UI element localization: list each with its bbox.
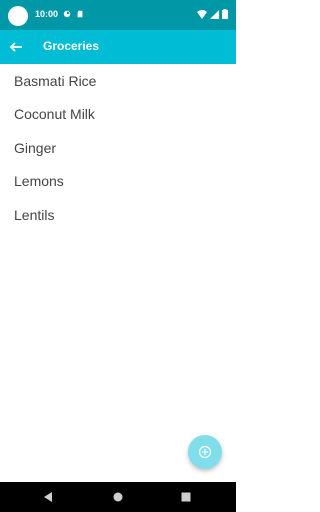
status-icons: [197, 9, 228, 19]
list-item[interactable]: Lemons: [0, 165, 236, 199]
grocery-list: Basmati Rice Coconut Milk Ginger Lemons …: [0, 64, 236, 232]
recents-square-icon[interactable]: [180, 491, 192, 503]
list-item[interactable]: Lentils: [0, 198, 236, 232]
list-item[interactable]: Ginger: [0, 131, 236, 165]
sd-card-icon: [77, 10, 83, 18]
sync-icon: [63, 10, 71, 18]
status-time: 10:00: [35, 9, 59, 19]
list-item[interactable]: Coconut Milk: [0, 98, 236, 132]
battery-icon: [222, 9, 228, 19]
add-item-button[interactable]: [188, 435, 222, 469]
status-bar: 10:00: [0, 0, 236, 30]
navigation-bar: [0, 482, 236, 512]
app-bar: Groceries: [0, 30, 236, 64]
avatar: [8, 6, 28, 26]
back-triangle-icon[interactable]: [42, 491, 54, 503]
arrow-back-icon[interactable]: [8, 39, 24, 55]
list-item[interactable]: Basmati Rice: [0, 64, 236, 98]
home-circle-icon[interactable]: [112, 491, 124, 503]
signal-icon: [210, 9, 219, 19]
add-circle-icon: [198, 445, 212, 459]
page-title: Groceries: [43, 39, 100, 53]
wifi-icon: [197, 9, 207, 19]
